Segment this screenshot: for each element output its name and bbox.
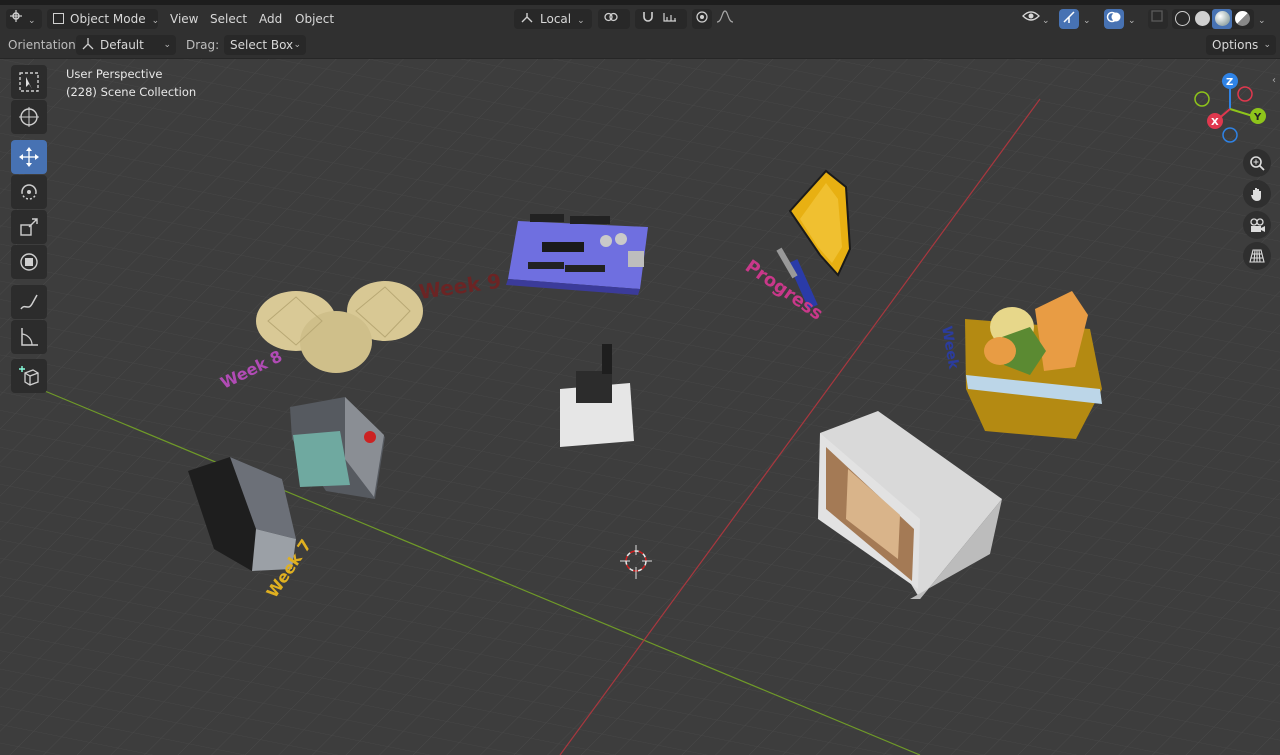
tool-move[interactable]	[11, 140, 47, 174]
overlay-options[interactable]: ⌄	[1128, 9, 1136, 29]
x-axis-label: X	[1211, 117, 1219, 128]
falloff-selector[interactable]	[716, 9, 734, 29]
orientation-icon	[521, 13, 533, 23]
transform-orientation-selector[interactable]: Local ⌄	[514, 9, 592, 29]
neg-y-handle[interactable]	[1194, 91, 1210, 107]
xray-toggle[interactable]	[1148, 9, 1168, 29]
editor-type-selector[interactable]: ⌄	[6, 9, 42, 29]
snap-icon	[643, 12, 653, 22]
tool-measure[interactable]	[11, 320, 47, 354]
zoom-icon	[1250, 156, 1265, 171]
3d-viewport-icon	[10, 10, 22, 22]
snap-toggle[interactable]	[635, 9, 687, 29]
tool-scale[interactable]	[11, 210, 47, 244]
shading-selector[interactable]	[1172, 9, 1254, 29]
sidebar-toggle[interactable]: ‹	[1272, 75, 1280, 89]
menu-view[interactable]: View	[170, 9, 198, 29]
orientation-value: Default	[100, 38, 144, 52]
tool-transform[interactable]	[11, 245, 47, 279]
overlay-toggle[interactable]	[1104, 9, 1124, 29]
neg-z-handle[interactable]	[1222, 127, 1238, 143]
tool-add-cube[interactable]	[11, 359, 47, 393]
material-shading-icon[interactable]	[1215, 11, 1230, 26]
z-axis-label: Z	[1226, 77, 1233, 88]
falloff-icon	[716, 10, 734, 23]
orientation-label: Orientation:	[8, 38, 80, 52]
options-dropdown[interactable]: Options ⌄	[1206, 35, 1276, 55]
drag-label: Drag:	[186, 38, 220, 52]
mode-selector[interactable]: Object Mode ⌄	[47, 9, 159, 29]
neg-x-handle[interactable]	[1237, 86, 1253, 102]
add-cube-icon	[19, 366, 39, 386]
annotate-icon	[20, 294, 38, 310]
tool-cursor[interactable]	[11, 100, 47, 134]
navigation-gizmo[interactable]: Z Y X	[1190, 71, 1270, 151]
menu-add[interactable]: Add	[259, 9, 282, 29]
move-icon	[19, 147, 39, 167]
ortho-toggle-button[interactable]	[1243, 242, 1271, 270]
shading-options[interactable]: ⌄	[1258, 9, 1266, 29]
tool-rotate[interactable]	[11, 175, 47, 209]
viewport-scene: Week 9 Progress Week 8 Week Week 7	[0, 59, 1280, 755]
snap-options-icon	[663, 13, 676, 22]
tool-header: Orientation: Default ⌄ Drag: Select Box ⌄ …	[0, 33, 1280, 59]
pan-button[interactable]	[1243, 180, 1271, 208]
camera-icon	[1250, 218, 1265, 232]
transform-icon	[20, 253, 38, 271]
orientation-axes-icon	[82, 38, 94, 50]
options-label: Options	[1212, 38, 1259, 52]
perspective-label: User Perspective	[66, 67, 163, 81]
visibility-icon	[1022, 11, 1040, 21]
drag-dropdown[interactable]: Select Box ⌄	[224, 35, 306, 55]
y-axis-label: Y	[1253, 112, 1262, 123]
pan-hand-icon	[1251, 188, 1261, 201]
menu-select[interactable]: Select	[210, 9, 247, 29]
3d-viewport[interactable]: Week 9 Progress Week 8 Week Week 7 User …	[0, 59, 1280, 755]
drag-value: Select Box	[230, 38, 294, 52]
tool-select-box[interactable]	[11, 65, 47, 99]
gizmo-options[interactable]: ⌄	[1083, 9, 1091, 29]
collection-label: (228) Scene Collection	[66, 85, 197, 99]
cursor-icon	[19, 107, 39, 127]
measure-icon	[21, 328, 38, 346]
viewport-header: ⌄ Object Mode ⌄ View Select Add Object Lo…	[0, 5, 1280, 33]
pivot-point-selector[interactable]	[598, 9, 630, 29]
proportional-edit-toggle[interactable]	[692, 9, 712, 29]
transform-orientation-label: Local	[540, 12, 572, 26]
visibility-selector[interactable]: ⌄	[1022, 9, 1050, 29]
rotate-icon	[21, 184, 37, 200]
orientation-dropdown[interactable]: Default ⌄	[76, 35, 176, 55]
wireframe-shading-icon[interactable]	[1175, 11, 1190, 26]
overlay-icon	[1106, 11, 1121, 23]
xray-icon	[1151, 10, 1163, 22]
ortho-grid-icon	[1249, 249, 1265, 263]
camera-view-button[interactable]	[1243, 211, 1271, 239]
tool-annotate[interactable]	[11, 285, 47, 319]
rendered-shading-icon[interactable]	[1235, 11, 1250, 26]
proportional-edit-icon	[696, 11, 708, 23]
mode-label: Object Mode	[70, 12, 146, 26]
zoom-button[interactable]	[1243, 149, 1271, 177]
scale-icon	[20, 218, 38, 236]
gizmo-toggle[interactable]	[1059, 9, 1079, 29]
select-box-icon	[19, 72, 39, 92]
gizmo-icon	[1063, 11, 1075, 23]
solid-shading-icon[interactable]	[1195, 11, 1210, 26]
link-icon	[604, 12, 618, 22]
arduino-board-object[interactable]	[506, 214, 648, 295]
object-mode-icon	[53, 13, 64, 24]
menu-object[interactable]: Object	[295, 9, 334, 29]
